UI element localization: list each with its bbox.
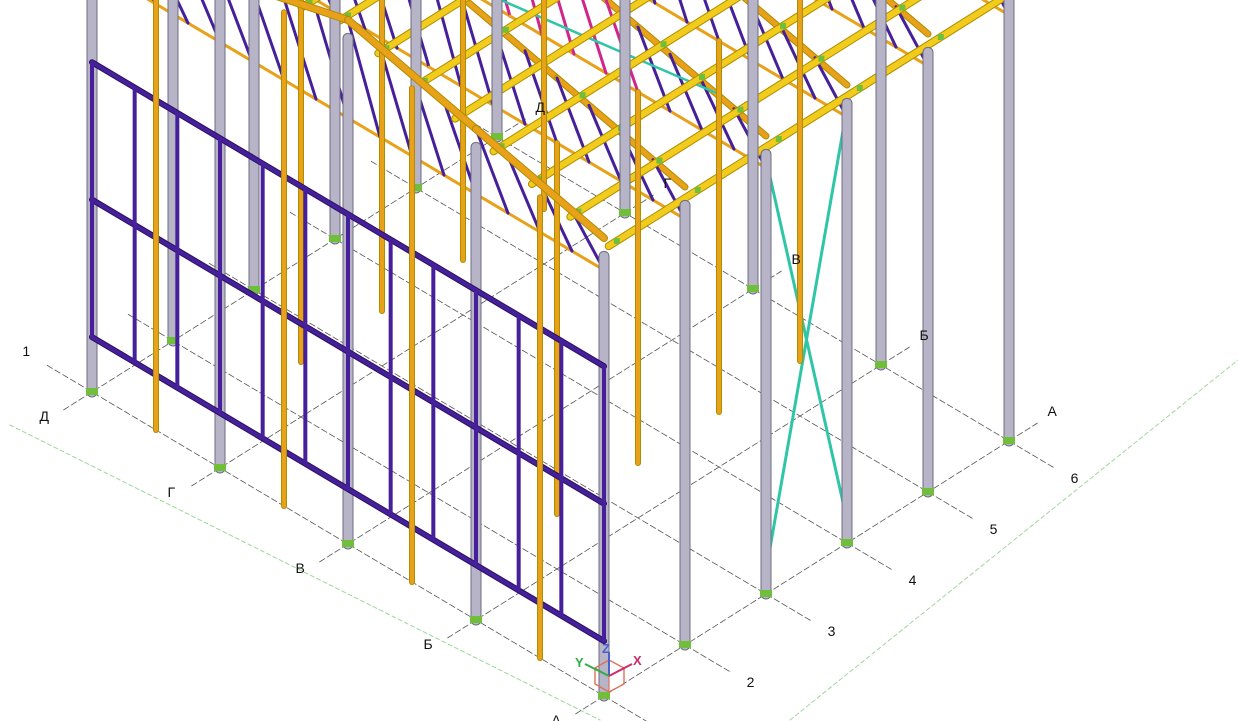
purlin-node-14-4 — [937, 34, 944, 41]
axis-label-5: 5 — [990, 521, 998, 537]
axis-label-А-far: А — [1047, 403, 1057, 419]
column-base-4-0 — [86, 388, 98, 395]
axis-label-Д-far: Д — [535, 99, 545, 115]
column-base-0-5 — [1003, 437, 1015, 444]
axis-label-В: В — [296, 560, 305, 576]
axis-label-Г: Г — [168, 484, 176, 500]
purlin-node-9-1 — [502, 26, 509, 33]
column-base-2-5 — [747, 285, 759, 292]
axis-label-В-far: В — [791, 251, 800, 267]
axis-label-1-far: 1 — [22, 343, 30, 359]
column-base-3-0 — [214, 464, 226, 471]
axis-label-6: 6 — [1071, 470, 1079, 486]
purlin-node-11-1 — [579, 92, 586, 99]
axis-label-Г-far: Г — [663, 175, 671, 191]
column-base-3-5 — [619, 209, 631, 216]
purlin-node-14-0 — [613, 238, 620, 245]
axis-label-3: 3 — [828, 623, 836, 639]
triad-z-label: Z — [602, 641, 610, 656]
triad-y-label: Y — [575, 655, 584, 670]
purlin-node-14-3 — [856, 85, 863, 92]
column-base-0-1 — [679, 641, 691, 648]
axis-label-Д: Д — [40, 408, 50, 424]
purlin-node-13-4 — [899, 4, 906, 11]
axis-label-2: 2 — [747, 674, 755, 690]
column-base-4-3 — [329, 235, 341, 242]
purlin-node-13-2 — [737, 106, 744, 113]
structural-3d-viewport[interactable]: 1123456ДДГГВВББАА Z X Y — [0, 0, 1238, 721]
axis-label-4: 4 — [909, 572, 917, 588]
purlin-node-13-1 — [656, 157, 663, 164]
column-base-2-0 — [342, 540, 354, 547]
viewport-background — [0, 0, 1238, 721]
column-base-1-0 — [470, 616, 482, 623]
column-base-0-0 — [598, 692, 610, 699]
purlin-node-12-3 — [780, 22, 786, 29]
column-base-0-2 — [760, 590, 772, 597]
axis-label-Б: Б — [424, 636, 433, 652]
axis-label-А: А — [552, 712, 562, 721]
purlin-node-14-2 — [775, 136, 782, 143]
triad-x-label: X — [633, 653, 642, 668]
column-base-0-4 — [922, 488, 934, 495]
axis-label-Б-far: Б — [919, 327, 928, 343]
purlin-node-11-2 — [660, 41, 667, 48]
column-base-0-3 — [841, 539, 853, 546]
purlin-node-12-2 — [699, 73, 705, 80]
purlin-node-14-1 — [694, 187, 701, 194]
purlin-node-13-3 — [818, 55, 825, 62]
column-base-1-5 — [875, 361, 887, 368]
